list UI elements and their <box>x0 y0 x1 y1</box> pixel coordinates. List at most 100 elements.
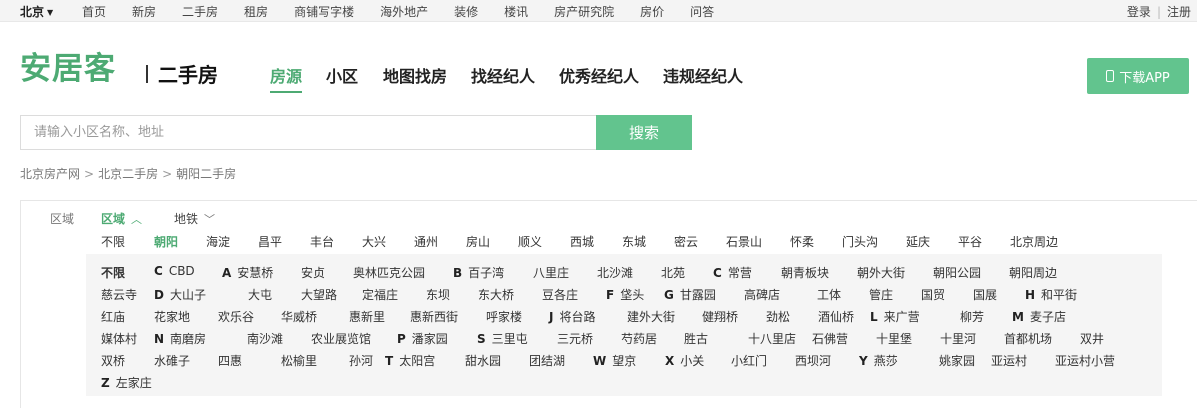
sub-area-item[interactable]: 双桥 <box>101 352 125 369</box>
sub-area-item[interactable]: 首都机场 <box>1004 330 1052 347</box>
tab-area[interactable]: 区域 ︿ <box>101 210 142 227</box>
sub-area-item[interactable]: Y 燕莎 <box>859 352 898 369</box>
sub-area-item[interactable]: 奥林匹克公园 <box>353 264 425 281</box>
sub-area-item[interactable]: J 将台路 <box>549 308 595 325</box>
sub-area-item[interactable]: N 南磨房 <box>154 330 206 347</box>
download-app-button[interactable]: 下载APP <box>1087 58 1189 94</box>
district-item[interactable]: 密云 <box>674 233 698 250</box>
sub-area-item[interactable]: 大望路 <box>301 286 337 303</box>
district-item[interactable]: 石景山 <box>726 233 762 250</box>
top-nav-item[interactable]: 租房 <box>244 3 268 20</box>
main-nav-item[interactable]: 小区 <box>326 66 358 88</box>
top-nav-item[interactable]: 装修 <box>454 3 478 20</box>
sub-area-item[interactable]: 定福庄 <box>362 286 398 303</box>
top-nav-item[interactable]: 首页 <box>82 3 106 20</box>
register-link[interactable]: 注册 <box>1167 5 1191 19</box>
sub-area-item[interactable]: 华威桥 <box>281 308 317 325</box>
sub-area-item[interactable]: 安贞 <box>301 264 325 281</box>
district-item[interactable]: 通州 <box>414 233 438 250</box>
sub-area-item[interactable]: 高碑店 <box>744 286 780 303</box>
sub-area-item[interactable]: 双井 <box>1080 330 1104 347</box>
top-nav-item[interactable]: 楼讯 <box>504 3 528 20</box>
sub-area-item[interactable]: 朝阳周边 <box>1009 264 1057 281</box>
top-nav-item[interactable]: 问答 <box>690 3 714 20</box>
sub-area-item[interactable]: 石佛营 <box>812 330 848 347</box>
sub-area-item[interactable]: X 小关 <box>665 352 704 369</box>
district-item[interactable]: 房山 <box>466 233 490 250</box>
sub-area-item[interactable]: 水碓子 <box>154 352 190 369</box>
sub-area-item[interactable]: 亚运村 <box>991 352 1027 369</box>
top-nav-item[interactable]: 房产研究院 <box>554 3 614 20</box>
district-item[interactable]: 海淀 <box>206 233 230 250</box>
sub-area-item[interactable]: 姚家园 <box>939 352 975 369</box>
sub-area-item[interactable]: 十里河 <box>940 330 976 347</box>
main-nav-item[interactable]: 违规经纪人 <box>663 66 743 88</box>
sub-area-item[interactable]: 松榆里 <box>281 352 317 369</box>
sub-area-item[interactable]: 三元桥 <box>557 330 593 347</box>
district-item[interactable]: 丰台 <box>310 233 334 250</box>
main-nav-item[interactable]: 房源 <box>270 66 303 93</box>
search-button[interactable]: 搜索 <box>596 115 692 150</box>
sub-area-item[interactable]: 惠新里 <box>349 308 385 325</box>
sub-area-item[interactable]: 大屯 <box>248 286 272 303</box>
sub-area-item[interactable]: 芍药居 <box>621 330 657 347</box>
sub-area-item[interactable]: 北沙滩 <box>597 264 633 281</box>
main-nav-item[interactable]: 地图找房 <box>383 66 447 88</box>
city-selector[interactable]: 北京 ▼ <box>20 3 53 20</box>
sub-area-item[interactable]: C CBD <box>154 264 195 278</box>
sub-area-item[interactable]: D 大山子 <box>154 286 206 303</box>
top-nav-item[interactable]: 二手房 <box>182 3 218 20</box>
district-item[interactable]: 东城 <box>622 233 646 250</box>
sub-area-item[interactable]: 四惠 <box>218 352 242 369</box>
district-item[interactable]: 西城 <box>570 233 594 250</box>
breadcrumb-item[interactable]: 北京房产网 <box>20 167 80 181</box>
sub-area-item[interactable]: 小红门 <box>731 352 767 369</box>
sub-area-item[interactable]: P 潘家园 <box>397 330 448 347</box>
sub-area-item[interactable]: 惠新西街 <box>410 308 458 325</box>
sub-area-item[interactable]: 朝青板块 <box>781 264 829 281</box>
sub-area-item[interactable]: 八里庄 <box>533 264 569 281</box>
sub-area-item[interactable]: 媒体村 <box>101 330 137 347</box>
sub-area-item[interactable]: C 常营 <box>713 264 752 281</box>
sub-area-item[interactable]: 国贸 <box>921 286 945 303</box>
top-nav-item[interactable]: 新房 <box>132 3 156 20</box>
sub-area-item[interactable]: A 安慧桥 <box>222 264 273 281</box>
sub-area-item[interactable]: 管庄 <box>869 286 893 303</box>
sub-area-item[interactable]: L 来广营 <box>870 308 920 325</box>
sub-area-item[interactable]: 亚运村小营 <box>1055 352 1115 369</box>
sub-area-item[interactable]: 东坝 <box>426 286 450 303</box>
sub-area-item[interactable]: T 太阳宫 <box>385 352 435 369</box>
top-nav-item[interactable]: 海外地产 <box>380 3 428 20</box>
sub-area-item[interactable]: M 麦子店 <box>1012 308 1066 325</box>
district-item[interactable]: 不限 <box>101 233 125 250</box>
tab-subway[interactable]: 地铁 ﹀ <box>174 210 215 227</box>
sub-area-item[interactable]: 孙河 <box>349 352 373 369</box>
sub-area-item[interactable]: 豆各庄 <box>542 286 578 303</box>
sub-area-item[interactable]: 健翔桥 <box>702 308 738 325</box>
sub-area-item[interactable]: S 三里屯 <box>477 330 528 347</box>
district-item[interactable]: 朝阳 <box>154 233 178 250</box>
sub-area-item[interactable]: 花家地 <box>154 308 190 325</box>
sub-area-item[interactable]: H 和平街 <box>1025 286 1077 303</box>
district-item[interactable]: 顺义 <box>518 233 542 250</box>
search-input[interactable]: 请输入小区名称、地址 <box>20 115 597 150</box>
sub-area-item[interactable]: B 百子湾 <box>453 264 504 281</box>
district-item[interactable]: 北京周边 <box>1010 233 1058 250</box>
district-item[interactable]: 昌平 <box>258 233 282 250</box>
main-nav-item[interactable]: 优秀经纪人 <box>559 66 639 88</box>
sub-area-item[interactable]: 劲松 <box>766 308 790 325</box>
top-nav-item[interactable]: 商铺写字楼 <box>294 3 354 20</box>
district-item[interactable]: 大兴 <box>362 233 386 250</box>
sub-area-item[interactable]: 十里堡 <box>876 330 912 347</box>
sub-area-item[interactable]: 建外大街 <box>627 308 675 325</box>
district-item[interactable]: 延庆 <box>906 233 930 250</box>
sub-area-item[interactable]: 欢乐谷 <box>218 308 254 325</box>
sub-area-item[interactable]: 农业展览馆 <box>311 330 371 347</box>
sub-area-item[interactable]: 南沙滩 <box>247 330 283 347</box>
sub-area-item[interactable]: 不限 <box>101 264 125 281</box>
sub-area-item[interactable]: 西坝河 <box>795 352 831 369</box>
sub-area-item[interactable]: 呼家楼 <box>486 308 522 325</box>
top-nav-item[interactable]: 房价 <box>640 3 664 20</box>
sub-area-item[interactable]: W 望京 <box>593 352 636 369</box>
login-link[interactable]: 登录 <box>1127 5 1151 19</box>
